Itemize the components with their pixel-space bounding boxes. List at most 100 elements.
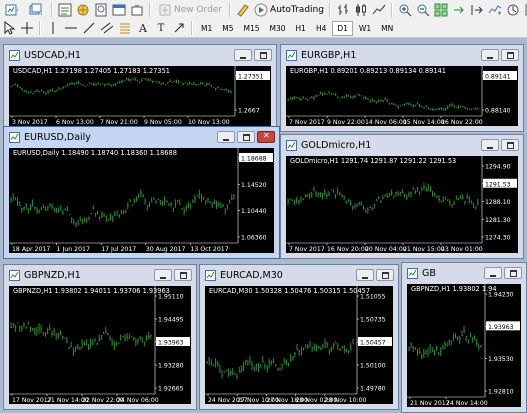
price-axis-label: 1.49780 <box>360 386 386 393</box>
maximize-button[interactable] <box>376 269 394 281</box>
timeframe-m15[interactable]: M15 <box>240 21 264 36</box>
chart-canvas[interactable]: 1.95110 1.94495 1.93963 1.93280 1.92665 17 No… <box>9 286 191 404</box>
chart-canvas[interactable]: 0.89141 0.88140 7 Nov 2017 9 Nov 22:00 14 No… <box>286 66 518 126</box>
maximize-button[interactable] <box>237 131 255 143</box>
chart-canvas[interactable]: 1.27351 1.2667 3 Nov 2017 6 Nov 13:00 7 Nov … <box>9 66 271 126</box>
minimize-button[interactable] <box>154 269 172 281</box>
maximize-button[interactable] <box>174 269 192 281</box>
chart-window-eurcad[interactable]: EURCAD,M30 1.51055 1.50735 1.50457 1.50100 1… <box>199 264 399 410</box>
periods-icon[interactable] <box>505 2 521 18</box>
price-chart: 1.18688 1.14520 1.10440 1.06360 18 Apr 2017 1… <box>9 148 273 253</box>
vertical-line-icon[interactable] <box>45 20 61 36</box>
chart-canvas[interactable]: 1294.90 1291.53 1288.10 1281.30 1274.30 7 Nov… <box>286 156 518 253</box>
minimize-button[interactable] <box>217 131 235 143</box>
trendline-icon[interactable] <box>81 20 97 36</box>
time-axis-label: 24 Nov 06:00 <box>117 397 159 404</box>
ohlc-readout: USDCAD,H1 1.27198 1.27405 1.27183 1.2735… <box>13 67 170 75</box>
terminal-icon[interactable] <box>111 2 127 18</box>
price-axis-label: 1.93530 <box>488 356 514 363</box>
window-titlebar[interactable]: EURGBP,H1 <box>281 45 523 65</box>
toolbar-divider <box>39 21 41 35</box>
minimize-button[interactable] <box>356 269 374 281</box>
chart-window-gbpnzd[interactable]: GBPNZD,H1 1.95110 1.94495 1.93963 1.93280 1.… <box>3 264 197 410</box>
toolbar-divider <box>391 3 393 17</box>
fibonacci-icon[interactable] <box>117 20 133 36</box>
timeframe-mn[interactable]: MN <box>377 21 397 36</box>
minimize-button[interactable] <box>481 49 499 61</box>
current-price-label: 1.93963 <box>488 324 514 331</box>
minimize-button[interactable] <box>234 49 252 61</box>
autotrading-button[interactable]: AutoTrading <box>253 2 325 18</box>
window-titlebar[interactable]: EURCAD,M30 <box>200 265 398 285</box>
maximize-button[interactable] <box>501 139 519 151</box>
chart-window-eurgbp[interactable]: EURGBP,H1 0.89141 0.88140 7 Nov 2017 9 Nov … <box>280 44 524 132</box>
tile-windows-icon[interactable] <box>433 2 449 18</box>
window-titlebar[interactable]: GOLDmicro,H1 <box>281 135 523 155</box>
window-titlebar[interactable]: EURUSD,Daily <box>4 127 279 147</box>
minimize-button[interactable] <box>481 139 499 151</box>
timeframe-w1[interactable]: W1 <box>355 21 375 36</box>
time-axis-label: 20 Nov 04:00 <box>365 246 407 253</box>
text-label-icon[interactable]: T <box>153 20 169 36</box>
zoom-out-icon[interactable] <box>415 2 431 18</box>
chart-canvas[interactable]: 1.51055 1.50735 1.50457 1.50100 1.49780 24 No… <box>205 286 393 404</box>
timeframe-h4[interactable]: H4 <box>312 21 330 36</box>
window-titlebar[interactable]: GBPNZD,H1 <box>402 263 526 283</box>
chart-window-eurusd[interactable]: EURUSD,Daily 1.18688 1.14520 1.10440 1.0636… <box>3 126 280 259</box>
bar-chart-icon[interactable] <box>335 2 351 18</box>
line-chart-icon[interactable] <box>371 2 387 18</box>
chart-window-goldmicro[interactable]: GOLDmicro,H1 1294.90 1291.53 1288.10 1281.3… <box>280 134 524 259</box>
maximize-button[interactable] <box>501 49 519 61</box>
timeframe-d1[interactable]: D1 <box>332 20 353 36</box>
indicators-icon[interactable] <box>487 2 503 18</box>
chart-window-usdcad[interactable]: USDCAD,H1 1.27351 1.2667 3 Nov 2017 6 Nov 1… <box>3 44 277 132</box>
text-tool-icon[interactable]: A <box>135 20 151 36</box>
price-chart: 1294.90 1291.53 1288.10 1281.30 1274.30 7 Nov… <box>286 156 517 253</box>
new-chart-icon[interactable] <box>1 2 23 18</box>
new-order-button[interactable]: New Order <box>155 2 225 18</box>
window-titlebar[interactable]: USDCAD,H1 <box>4 45 276 65</box>
chart-canvas[interactable]: 1.18688 1.14520 1.10440 1.06360 18 Apr 2017 1… <box>9 148 274 253</box>
maximize-button[interactable] <box>504 267 522 279</box>
chart-canvas[interactable]: 1.94230 1.93963 1.93530 1.92810 21 Nov 2017 2… <box>407 284 521 407</box>
metaeditor-icon[interactable] <box>235 2 251 18</box>
auto-scroll-icon[interactable] <box>451 2 467 18</box>
time-axis-label: 23 Nov 01:00 <box>441 246 483 253</box>
arrows-icon[interactable] <box>171 20 187 36</box>
zoom-in-icon[interactable] <box>397 2 413 18</box>
toolbar-divider <box>329 3 331 17</box>
candlestick-icon[interactable] <box>353 2 369 18</box>
window-titlebar[interactable]: GBPNZD,H1 <box>4 265 196 285</box>
profiles-icon[interactable] <box>25 2 47 18</box>
crosshair-icon[interactable] <box>19 20 35 36</box>
close-button[interactable] <box>257 131 275 143</box>
maximize-button[interactable] <box>254 49 272 61</box>
timeframe-m30[interactable]: M30 <box>266 21 290 36</box>
chart-window-gbpnzd-2[interactable]: GBPNZD,H1 1.942301.939631.935301.9281021… <box>401 262 527 413</box>
horizontal-line-icon[interactable] <box>63 20 79 36</box>
chart-shift-icon[interactable] <box>469 2 485 18</box>
minimize-button[interactable] <box>484 267 502 279</box>
current-price-label: 1.27351 <box>238 74 264 81</box>
navigator-icon[interactable] <box>75 2 91 18</box>
price-axis-label: 1.92665 <box>158 386 184 393</box>
channel-icon[interactable] <box>99 20 115 36</box>
templates-icon[interactable] <box>523 2 527 18</box>
price-axis-label: 1.92810 <box>488 389 514 396</box>
current-price-label: 0.89141 <box>485 74 511 81</box>
data-window-icon[interactable] <box>93 2 109 18</box>
cursor-icon[interactable] <box>1 20 17 36</box>
strategy-tester-icon[interactable] <box>129 2 145 18</box>
market-watch-icon[interactable] <box>57 2 73 18</box>
price-axis-label: 1.94495 <box>158 317 184 324</box>
timeframe-m1[interactable]: M1 <box>197 21 216 36</box>
time-axis-label: 17 Jul 2017 <box>101 246 136 253</box>
toolbar-row-main: New Order AutoTrading <box>0 1 527 19</box>
timeframe-h1[interactable]: H1 <box>292 21 310 36</box>
timeframe-m5[interactable]: M5 <box>218 21 237 36</box>
window-title: USDCAD,H1 <box>24 50 81 61</box>
price-axis-label: 0.88140 <box>485 108 511 115</box>
time-axis-label: 3 Nov 2017 <box>12 119 48 126</box>
chart-window-icon <box>9 50 20 61</box>
chart-window-icon <box>286 50 297 61</box>
